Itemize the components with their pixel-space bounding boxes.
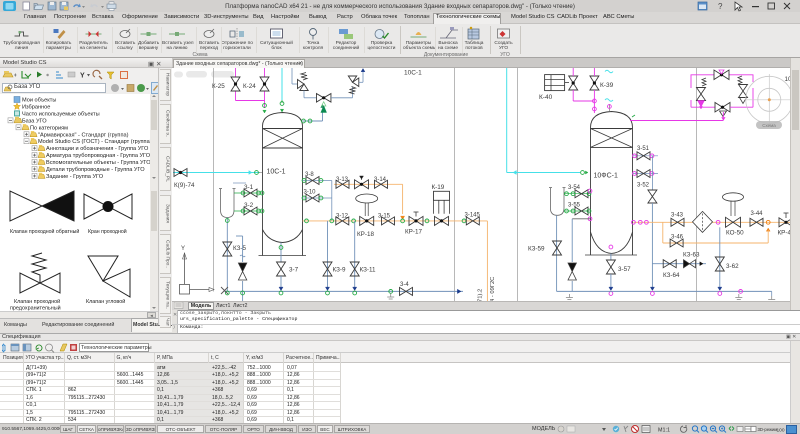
- svg-text:КР-17: КР-17: [405, 229, 422, 236]
- svg-text:3-145: 3-145: [465, 213, 481, 219]
- svg-text:Вспомогательные объекты - Груп: Вспомогательные объекты - Группа УГО: [46, 160, 151, 166]
- svg-text:КЗ-5: КЗ-5: [233, 245, 246, 252]
- svg-text:КЗ-59: КЗ-59: [528, 246, 545, 253]
- svg-text:3-8: 3-8: [305, 172, 314, 178]
- svg-text:Y: Y: [181, 246, 185, 252]
- svg-text:10ФС-1: 10ФС-1: [594, 173, 618, 180]
- svg-text:Детали трубопроводные - Группа: Детали трубопроводные - Группа УГО: [46, 167, 145, 173]
- svg-text:КЗ-9: КЗ-9: [333, 267, 346, 274]
- svg-text:Кран проходной: Кран проходной: [88, 228, 127, 235]
- svg-text:?: ?: [718, 2, 723, 11]
- svg-text:Y: Y: [80, 73, 85, 80]
- svg-text:К-39: К-39: [600, 82, 614, 89]
- svg-text:Задание - Группа УГО: Задание - Группа УГО: [46, 174, 104, 180]
- svg-text:3-46: 3-46: [671, 235, 684, 241]
- svg-text:3-62: 3-62: [726, 263, 739, 270]
- svg-text:3-44: 3-44: [751, 211, 764, 217]
- svg-text:3-7: 3-7: [289, 267, 299, 274]
- svg-text:100: 100: [777, 427, 785, 433]
- svg-text:База УГО: База УГО: [22, 118, 47, 124]
- svg-text:Часто используемые объекты: Часто используемые объекты: [22, 111, 100, 117]
- svg-text:3-12: 3-12: [336, 214, 349, 220]
- svg-text:КЗ-64: КЗ-64: [663, 272, 680, 279]
- svg-text:Избранное: Избранное: [22, 104, 50, 110]
- svg-text:М1:1: М1:1: [658, 428, 670, 434]
- svg-text:4 - 09Г2С: 4 - 09Г2С: [490, 277, 496, 302]
- svg-text:"Армавирская" - Стандарт (груп: "Армавирская" - Стандарт (группа): [38, 132, 129, 138]
- svg-text:3-10: 3-10: [304, 190, 317, 196]
- svg-text:К-40: К-40: [539, 94, 553, 101]
- svg-text:КО-50: КО-50: [726, 230, 744, 237]
- svg-text:К-24: К-24: [243, 83, 256, 90]
- svg-text:3-14: 3-14: [374, 177, 387, 183]
- svg-text:Клапан проходной обратный: Клапан проходной обратный: [10, 228, 79, 235]
- svg-text:Model Studio CS (ГОСТ) - Станд: Model Studio CS (ГОСТ) - Стандарт (групп…: [38, 139, 152, 145]
- svg-text:3-55: 3-55: [568, 203, 581, 209]
- svg-text:К-25: К-25: [212, 83, 225, 90]
- svg-text:3D-режим: 3D-режим: [758, 427, 778, 432]
- svg-text:3-51: 3-51: [637, 146, 650, 152]
- svg-text:Мои объекты: Мои объекты: [22, 98, 56, 104]
- svg-text:3-54: 3-54: [568, 185, 581, 191]
- svg-text:3-13: 3-13: [336, 177, 349, 183]
- svg-text:КР-4: КР-4: [778, 230, 791, 237]
- svg-text:К(9)-74: К(9)-74: [174, 182, 195, 189]
- svg-text:10Ф: 10Ф: [785, 76, 791, 83]
- svg-text:По категориям: По категориям: [30, 125, 68, 131]
- svg-text:3-1: 3-1: [244, 184, 254, 191]
- svg-text:3-43: 3-43: [671, 213, 684, 219]
- svg-text:10С-1: 10С-1: [404, 70, 422, 77]
- svg-text:3-2: 3-2: [244, 202, 254, 209]
- svg-text:Схема: Схема: [762, 123, 776, 128]
- svg-text:10С-1: 10С-1: [267, 169, 286, 176]
- svg-text:Арматура трубопроводная - Груп: Арматура трубопроводная - Группа УГО: [46, 153, 151, 159]
- svg-text:КЗ-63: КЗ-63: [683, 252, 700, 259]
- svg-text:Клапан проходной: Клапан проходной: [14, 298, 60, 305]
- svg-text:3-52: 3-52: [637, 183, 650, 189]
- svg-text:К-19: К-19: [432, 184, 445, 191]
- svg-text:Аннотации и обозначения - Груп: Аннотации и обозначения - Группа УГО: [46, 146, 149, 152]
- svg-text:КР-18: КР-18: [357, 231, 374, 238]
- svg-text:3-57: 3-57: [618, 266, 631, 273]
- svg-text:3-15: 3-15: [378, 214, 391, 220]
- svg-text:Клапан угловой: Клапан угловой: [86, 298, 125, 305]
- svg-text:КЗ-11: КЗ-11: [360, 267, 377, 274]
- svg-text:3-4: 3-4: [400, 282, 409, 288]
